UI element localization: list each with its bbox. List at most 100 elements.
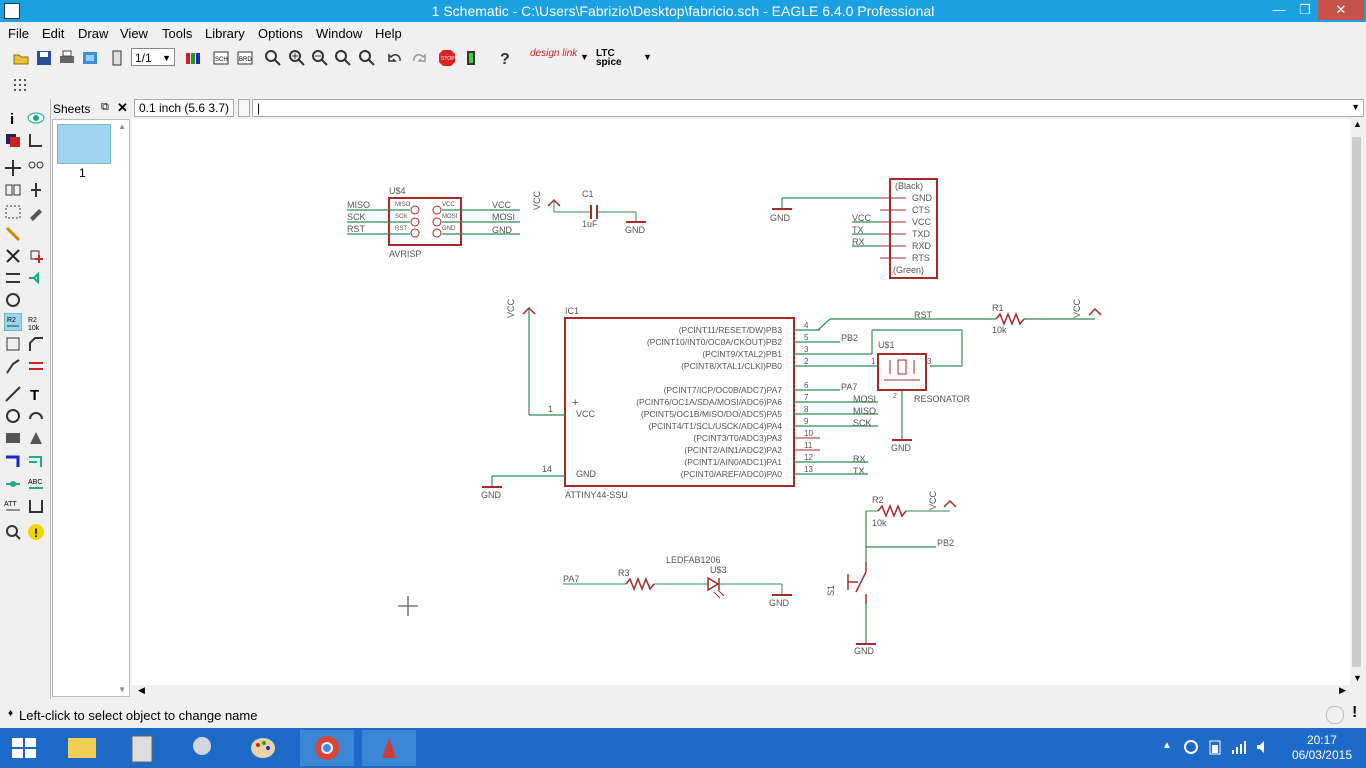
wire-icon[interactable] xyxy=(4,385,22,403)
network-share-icon[interactable] xyxy=(1182,738,1200,756)
save-icon[interactable] xyxy=(35,49,53,67)
replace-icon[interactable] xyxy=(4,291,22,309)
erc-icon[interactable]: ! xyxy=(27,523,45,541)
change-icon[interactable] xyxy=(27,203,45,221)
miter-icon[interactable] xyxy=(27,335,45,353)
text-icon[interactable]: T xyxy=(27,385,45,403)
sheet-thumbnail[interactable] xyxy=(57,124,111,164)
split-icon[interactable] xyxy=(4,357,22,375)
schematic-drawing[interactable]: U$4 AVRISP MISO SCK RST VCC MOSI GND MIS… xyxy=(132,119,1350,685)
sch-icon[interactable]: SCH xyxy=(212,49,230,67)
capacitor-c1[interactable]: VCC C1 1uF GND xyxy=(532,189,646,235)
switch-s1[interactable] xyxy=(847,562,867,604)
menu-edit[interactable]: Edit xyxy=(42,26,64,41)
resistor-r1[interactable]: R1 10k VCC xyxy=(992,298,1102,335)
scroll-right-icon[interactable]: ▶ xyxy=(1339,685,1346,696)
restore-button[interactable]: ❐ xyxy=(1292,0,1318,20)
dimension-icon[interactable] xyxy=(27,497,45,515)
mirror-icon[interactable] xyxy=(4,181,22,199)
ftdi-header[interactable]: (Black) (Green) GND CTS VCC TXD RXD RTS xyxy=(880,178,938,279)
ltspice-button[interactable]: LTC spice xyxy=(596,49,640,68)
pinswap-icon[interactable] xyxy=(4,269,22,287)
script-icon[interactable] xyxy=(108,49,126,67)
menu-tools[interactable]: Tools xyxy=(162,26,192,41)
help-icon[interactable]: ? xyxy=(496,49,514,67)
group-icon[interactable] xyxy=(4,203,22,221)
chrome-icon[interactable] xyxy=(300,730,354,766)
windows-start-icon[interactable] xyxy=(0,730,50,766)
eye-icon[interactable] xyxy=(27,109,45,127)
designlink-button[interactable]: design link xyxy=(530,49,578,67)
menu-view[interactable]: View xyxy=(120,26,148,41)
zoom-out-icon[interactable] xyxy=(311,49,329,67)
attribute-icon[interactable]: ATT xyxy=(4,497,22,515)
polygon-icon[interactable] xyxy=(27,429,45,447)
menu-window[interactable]: Window xyxy=(316,26,362,41)
chevron-down-icon[interactable]: ▼ xyxy=(580,52,589,62)
sheet-select[interactable]: 1/1 ▼ xyxy=(131,48,175,66)
resistor-r2[interactable]: VCC R2 10k xyxy=(866,490,957,528)
chevron-down-icon[interactable]: ▼ xyxy=(643,52,652,62)
scroll-left-icon[interactable]: ◀ xyxy=(138,685,145,696)
system-clock[interactable]: 20:17 06/03/2015 xyxy=(1292,733,1352,763)
scroll-down-icon[interactable]: ▼ xyxy=(118,685,126,694)
net-icon[interactable] xyxy=(27,453,45,471)
ic1-attiny44[interactable]: IC1 ATTINY44-SSU VCC GND + 1 14 (PCINT11… xyxy=(542,306,820,500)
minimize-button[interactable]: — xyxy=(1266,0,1292,20)
paste-icon[interactable] xyxy=(4,225,22,243)
use-library-icon[interactable] xyxy=(184,49,202,67)
layers-icon[interactable] xyxy=(4,131,22,149)
menu-options[interactable]: Options xyxy=(258,26,303,41)
show-hidden-icons-icon[interactable]: ▲ xyxy=(1162,740,1172,751)
scroll-up-icon[interactable]: ▲ xyxy=(1353,119,1362,129)
info-icon[interactable]: i xyxy=(4,109,22,127)
copy-icon[interactable] xyxy=(27,159,45,177)
file-explorer-icon[interactable] xyxy=(56,730,110,766)
chevron-down-icon[interactable]: ▼ xyxy=(1351,102,1360,112)
scroll-down-icon[interactable]: ▼ xyxy=(1353,673,1362,683)
undo-icon[interactable] xyxy=(386,49,404,67)
brd-icon[interactable]: BRD xyxy=(236,49,254,67)
menu-file[interactable]: File xyxy=(8,26,29,41)
resonator-u1[interactable]: U$1 RESONATOR 1 3 2 GND xyxy=(871,340,971,453)
snipping-tool-icon[interactable] xyxy=(176,730,230,766)
cam-processor-icon[interactable] xyxy=(81,49,99,67)
move-icon[interactable] xyxy=(4,159,22,177)
menu-help[interactable]: Help xyxy=(375,26,402,41)
name-icon[interactable]: R2 xyxy=(4,313,22,331)
mark-icon[interactable] xyxy=(27,131,45,149)
close-panel-icon[interactable]: ✕ xyxy=(117,100,128,116)
zoom-in-icon[interactable] xyxy=(288,49,306,67)
grid-icon[interactable] xyxy=(12,77,28,93)
zoom-select-icon[interactable] xyxy=(358,49,376,67)
horizontal-scrollbar[interactable]: ◀ ▶ xyxy=(132,685,1364,699)
scroll-thumb[interactable] xyxy=(1352,137,1361,667)
volume-icon[interactable] xyxy=(1254,738,1272,756)
smash-icon[interactable] xyxy=(4,335,22,353)
gateswap-icon[interactable] xyxy=(27,269,45,287)
float-panel-icon[interactable]: ⧉ xyxy=(101,101,109,114)
junction-icon[interactable] xyxy=(4,475,22,493)
rotate-icon[interactable] xyxy=(27,181,45,199)
status-alert-icon[interactable]: ! xyxy=(1352,704,1357,722)
open-icon[interactable] xyxy=(12,49,30,67)
schematic-canvas[interactable]: U$4 AVRISP MISO SCK RST VCC MOSI GND MIS… xyxy=(132,119,1350,685)
redo-icon[interactable] xyxy=(410,49,428,67)
vertical-scrollbar[interactable]: ▲ ▼ xyxy=(1350,119,1364,685)
zoom-redraw-icon[interactable] xyxy=(334,49,352,67)
go-icon[interactable] xyxy=(462,49,480,67)
stop-icon[interactable]: STOP xyxy=(438,49,456,67)
eagle-taskbar-icon[interactable] xyxy=(362,730,416,766)
zoom-fit-icon[interactable] xyxy=(264,49,282,67)
paint-icon[interactable] xyxy=(236,730,290,766)
show-icon[interactable] xyxy=(4,523,22,541)
delete-icon[interactable] xyxy=(4,247,22,265)
menu-draw[interactable]: Draw xyxy=(78,26,108,41)
arc-icon[interactable] xyxy=(27,407,45,425)
scroll-up-icon[interactable]: ▲ xyxy=(118,122,126,131)
command-line-input[interactable]: | ▼ xyxy=(252,99,1364,117)
value-icon[interactable]: R210k xyxy=(27,313,45,331)
invoke-icon[interactable] xyxy=(27,357,45,375)
led-circuit[interactable]: PA7 R3 LEDFAB1206 U$3 GND xyxy=(563,555,792,608)
rect-icon[interactable] xyxy=(4,429,22,447)
